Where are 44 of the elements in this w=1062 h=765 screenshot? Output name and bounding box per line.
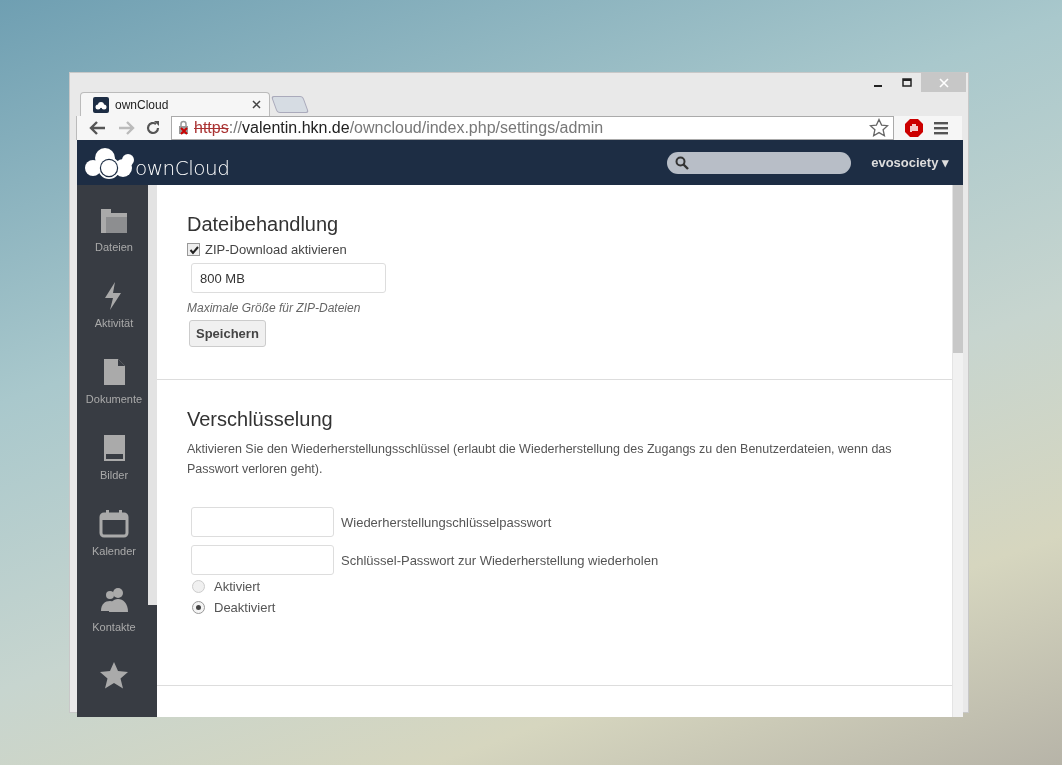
- search-field[interactable]: [667, 151, 852, 174]
- save-button[interactable]: Speichern: [189, 320, 266, 347]
- radio-label: Deaktiviert: [214, 600, 276, 615]
- star-icon[interactable]: [99, 661, 129, 691]
- reload-icon[interactable]: [145, 120, 161, 136]
- star-icon[interactable]: [869, 118, 889, 138]
- contacts-icon[interactable]: [99, 585, 129, 615]
- sidebar-item-label[interactable]: Bilder: [99, 469, 129, 481]
- search-icon: [675, 155, 690, 170]
- calendar-icon[interactable]: [99, 509, 129, 539]
- maximize-icon: [901, 77, 912, 88]
- section-heading: Verschlüsselung: [187, 408, 333, 431]
- radio-label: Aktiviert: [214, 579, 261, 594]
- description-text: Aktivieren Sie den Wiederherstellungsschlüssel (erlaubt die Wiederherstellung des Zugangs zu den Benutzerdateien, wenn das Passwort verloren geht).: [187, 441, 893, 478]
- sidebar-item-label[interactable]: Kontakte: [92, 621, 136, 633]
- user-menu[interactable]: evosociety ▾: [871, 155, 949, 170]
- sidebar-scrollbar[interactable]: [148, 185, 157, 605]
- minimize-icon: [873, 84, 882, 87]
- field-label: Wiederherstellungschlüsselpasswort: [341, 514, 552, 530]
- browser-tab[interactable]: ownCloud: [80, 92, 270, 116]
- scrollbar-thumb[interactable]: [953, 185, 963, 353]
- field-label: Schlüssel-Passwort zur Wiederherstellung wiederholen: [341, 552, 659, 568]
- logo-text: ownCloud: [134, 155, 230, 180]
- cloud-logo-icon: [85, 145, 135, 180]
- stop-sign-icon[interactable]: [904, 118, 924, 138]
- radio-button[interactable]: [192, 601, 205, 614]
- close-icon: [938, 77, 949, 88]
- sidebar-item-label[interactable]: Dateien: [95, 241, 133, 253]
- address-bar[interactable]: https://valentin.hkn.de/owncloud/index.php/settings/admin: [171, 116, 894, 140]
- menu-icon[interactable]: [934, 121, 950, 135]
- hint-text: Maximale Größe für ZIP-Dateien: [187, 301, 361, 315]
- sidebar-item-label[interactable]: Aktivität: [94, 317, 134, 329]
- size-input-field[interactable]: 800 MB: [191, 263, 386, 293]
- section-heading: Dateibehandlung: [187, 213, 339, 236]
- checkbox-label: ZIP-Download aktivieren: [205, 242, 347, 257]
- back-icon[interactable]: [89, 120, 107, 136]
- sidebar-item-label[interactable]: Kalender: [91, 545, 136, 557]
- password-field[interactable]: [191, 545, 334, 575]
- cloud-icon: [93, 96, 109, 113]
- close-icon[interactable]: [252, 100, 261, 109]
- sidebar-item-label[interactable]: Dokumente: [85, 393, 143, 405]
- password-field[interactable]: [191, 507, 334, 537]
- page-scrollbar[interactable]: [952, 185, 963, 717]
- checkbox[interactable]: [187, 243, 200, 256]
